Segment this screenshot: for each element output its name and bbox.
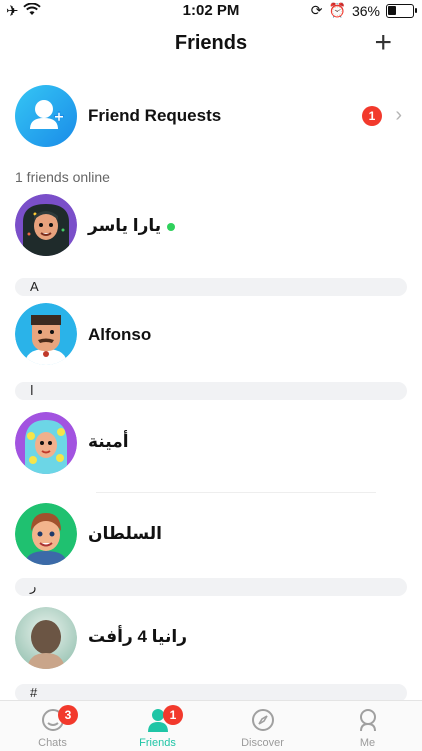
avatar (15, 607, 77, 669)
section-letter: # (30, 685, 38, 700)
tab-label: Me (359, 737, 376, 749)
section-header: A (15, 278, 407, 296)
status-bar: ✈ 1:02 PM ⟳ ⏰ 36% (0, 0, 422, 22)
section-letter: ا (30, 383, 34, 398)
friend-name: Alfonso (88, 325, 152, 344)
online-count-text: 1 friends online (15, 169, 110, 185)
tab-chats[interactable]: 3 Chats (0, 701, 105, 751)
friend-row[interactable]: رانيا 4 رأفت (0, 601, 422, 675)
friend-row[interactable]: السلطان (0, 500, 422, 574)
battery-percent: 36% (351, 2, 380, 19)
tab-badge: 3 (58, 705, 78, 725)
avatar (15, 194, 77, 256)
tab-me[interactable]: Me (315, 701, 420, 751)
avatar (15, 503, 77, 565)
friend-row-online[interactable]: يارا ياسر (0, 190, 422, 264)
friend-row[interactable]: أمينة (0, 406, 422, 480)
row-divider (96, 492, 376, 493)
add-friend-button[interactable]: + (374, 26, 392, 60)
friend-requests-badge: 1 (362, 106, 382, 126)
person-icon (360, 709, 376, 732)
friend-requests-row[interactable]: Friend Requests 1 › (0, 84, 422, 150)
avatar (15, 303, 77, 365)
orientation-lock-icon: ⟳ (310, 2, 323, 18)
battery-fill (388, 5, 396, 15)
chevron-right-icon: › (395, 104, 402, 126)
nav-bar: Friends + (0, 22, 422, 66)
section-letter: A (30, 279, 39, 294)
friend-requests-label: Friend Requests (88, 106, 222, 125)
tab-label: Discover (241, 737, 284, 749)
friend-name: رانيا 4 رأفت (88, 627, 187, 646)
tab-label: Friends (139, 737, 176, 749)
friend-row[interactable]: Alfonso (0, 297, 422, 371)
compass-icon (252, 709, 274, 731)
friend-name-text: يارا ياسر (88, 216, 162, 235)
page-title: Friends (174, 32, 248, 54)
avatar (15, 412, 77, 474)
tab-bar: 3 Chats 1 Friends Discover Me (0, 700, 422, 751)
add-user-icon (15, 85, 77, 147)
tab-discover[interactable]: Discover (210, 701, 315, 751)
tab-friends[interactable]: 1 Friends (105, 701, 210, 751)
status-right: ⟳ ⏰ 36% (310, 2, 417, 19)
section-header: ا (15, 382, 407, 400)
friend-name: أمينة (88, 432, 129, 451)
section-header: ر (15, 578, 407, 596)
battery-icon (386, 3, 417, 18)
friend-name: السلطان (88, 524, 162, 543)
online-indicator (167, 222, 176, 231)
friend-name: يارا ياسر (88, 216, 176, 236)
tab-badge: 1 (163, 705, 183, 725)
section-letter: ر (30, 579, 37, 594)
alarm-icon: ⏰ (328, 2, 346, 18)
tab-label: Chats (38, 737, 67, 749)
